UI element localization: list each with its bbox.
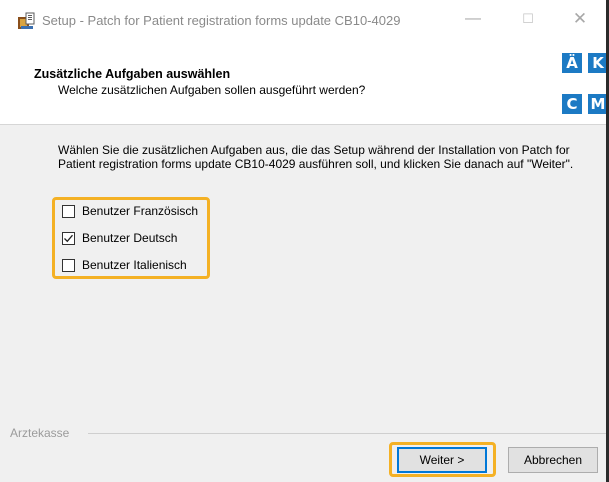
logo-letter-m: M bbox=[588, 94, 608, 114]
setup-app-icon bbox=[17, 11, 37, 31]
checkmark-icon bbox=[64, 234, 73, 242]
footer-group-label: Arztekasse bbox=[10, 426, 70, 440]
instructions-text: Wählen Sie die zusätzlichen Aufgaben aus… bbox=[58, 143, 574, 171]
task-label-italian: Benutzer Italienisch bbox=[82, 258, 187, 272]
task-label-german: Benutzer Deutsch bbox=[82, 231, 178, 245]
window-title: Setup - Patch for Patient registration f… bbox=[42, 13, 401, 28]
task-checkbox-italian[interactable]: Benutzer Italienisch bbox=[62, 257, 187, 273]
page-subtitle: Welche zusätzlichen Aufgaben sollen ausg… bbox=[58, 83, 366, 97]
logo-letter-k: K bbox=[588, 53, 608, 73]
task-checkbox-german[interactable]: Benutzer Deutsch bbox=[62, 230, 177, 246]
cancel-button[interactable]: Abbrechen bbox=[508, 447, 598, 473]
maximize-button[interactable]: ☐ bbox=[510, 8, 546, 30]
task-checkbox-french[interactable]: Benutzer Französisch bbox=[62, 203, 198, 219]
minimize-button[interactable]: — bbox=[455, 8, 491, 30]
page-title: Zusätzliche Aufgaben auswählen bbox=[34, 67, 231, 81]
checkbox-unchecked-icon[interactable] bbox=[62, 258, 75, 272]
footer-divider bbox=[88, 433, 609, 434]
checkbox-unchecked-icon[interactable] bbox=[62, 204, 75, 218]
checkbox-checked-icon[interactable] bbox=[62, 231, 75, 245]
wizard-body bbox=[0, 125, 609, 482]
next-button[interactable]: Weiter > bbox=[397, 447, 487, 473]
logo-letter-c: C bbox=[562, 94, 582, 114]
logo-letter-a: Ä bbox=[562, 53, 582, 73]
close-button[interactable]: ✕ bbox=[562, 8, 598, 30]
task-label-french: Benutzer Französisch bbox=[82, 204, 199, 218]
